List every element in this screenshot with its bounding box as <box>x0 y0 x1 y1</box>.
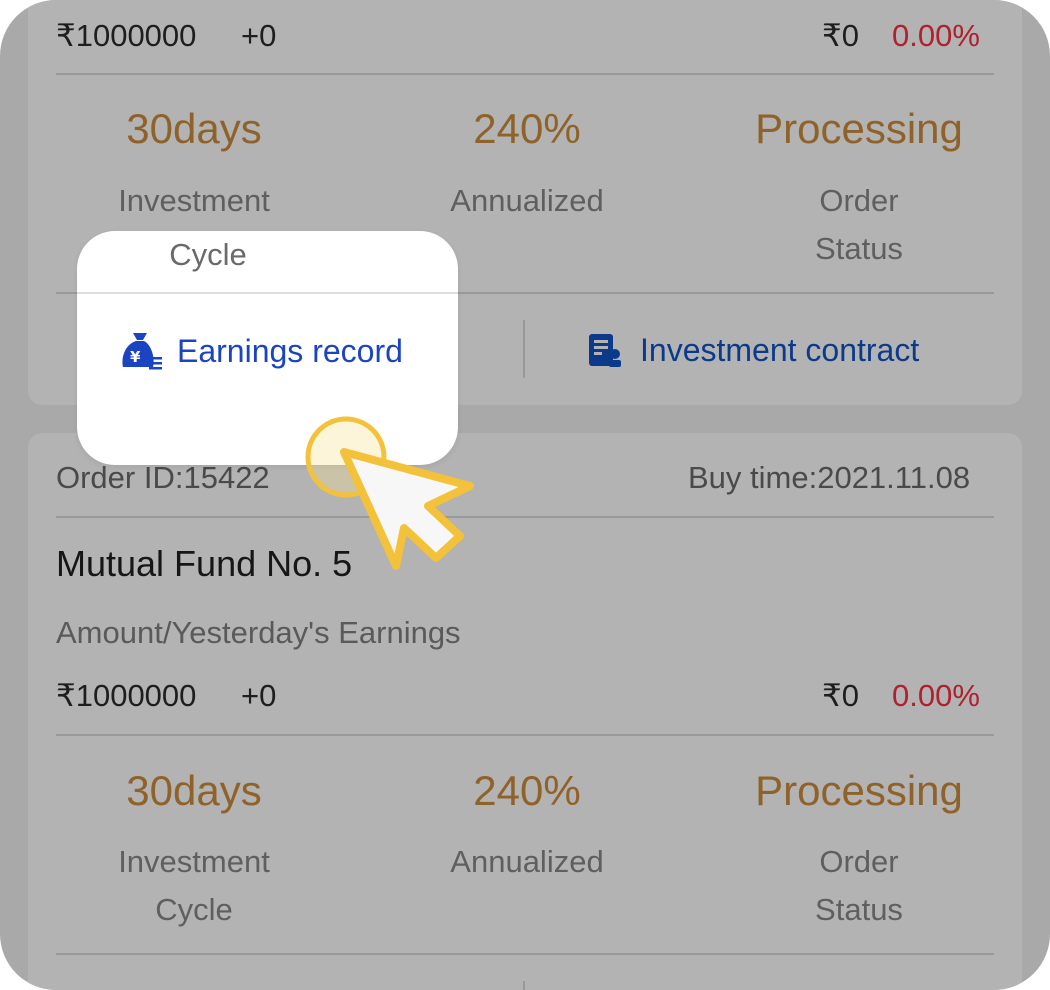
annualized-label: Annualized <box>450 183 604 218</box>
investment-contract-button[interactable]: Investment contract <box>588 332 919 369</box>
investment-cycle-label-fragment: Cycle <box>169 237 247 272</box>
investment-contract-label: Investment contract <box>640 332 920 368</box>
amount-change: +0 <box>241 678 277 713</box>
screen-frame: ₹1000000 +0 ₹0 0.00% 30days 240% Process… <box>0 0 1050 990</box>
order-status-label: Order Status <box>815 183 903 266</box>
order-card: Order ID:15422 Buy time:2021.11.08 Mutua… <box>28 433 1022 990</box>
buy-time: Buy time:2021.11.08 <box>688 460 971 495</box>
amount-caption: Amount/Yesterday's Earnings <box>56 615 461 650</box>
annualized-value: 240% <box>473 767 581 814</box>
order-status-value: Processing <box>755 767 963 814</box>
earnings-record-label: Earnings record <box>177 332 403 369</box>
earnings-value: ₹0 <box>822 678 859 713</box>
amount-change: +0 <box>241 18 277 53</box>
earnings-percent: 0.00% <box>892 18 980 53</box>
amount-value: ₹1000000 <box>56 678 197 713</box>
divider <box>77 292 458 294</box>
earnings-percent: 0.00% <box>892 678 980 713</box>
earnings-value: ₹0 <box>822 18 859 53</box>
annualized-label: Annualized <box>450 844 604 879</box>
investment-cycle-label: Investment Cycle <box>118 844 270 927</box>
action-separator <box>523 981 525 990</box>
investment-cycle-value: 30days <box>126 105 262 152</box>
amount-value: ₹1000000 <box>56 18 197 53</box>
earnings-record-button[interactable]: ¥ Earnings record <box>119 331 403 371</box>
cursor-pointer-icon <box>300 412 480 572</box>
order-status-label: Order Status <box>815 844 903 927</box>
order-status-value: Processing <box>755 105 963 152</box>
money-bag-yen-icon: ¥ <box>119 331 165 371</box>
contract-document-icon <box>588 333 622 369</box>
divider <box>56 73 994 75</box>
divider <box>56 516 994 518</box>
divider <box>56 734 994 736</box>
action-separator <box>523 320 525 378</box>
order-id: Order ID:15422 <box>56 460 270 495</box>
annualized-value: 240% <box>473 105 581 152</box>
svg-text:¥: ¥ <box>130 348 141 366</box>
investment-cycle-value: 30days <box>126 767 262 814</box>
divider <box>56 953 994 955</box>
